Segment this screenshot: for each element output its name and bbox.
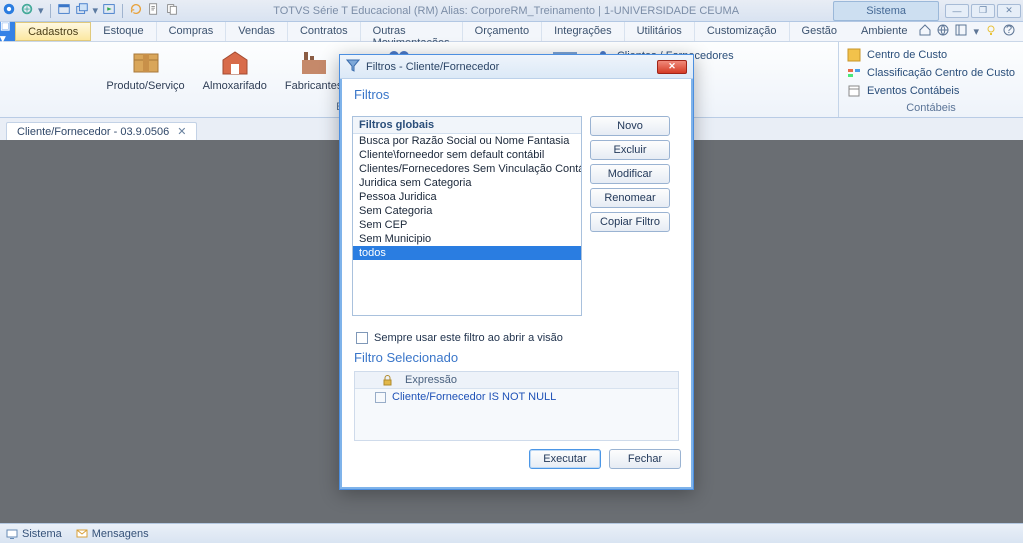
qa-refresh-icon[interactable] <box>129 2 143 19</box>
filter-list[interactable]: Filtros globais Busca por Razão Social o… <box>352 116 582 316</box>
menu-cadastros[interactable]: Cadastros <box>15 22 91 41</box>
qa-script-icon[interactable] <box>147 2 161 19</box>
expression-value: Cliente/Fornecedor IS NOT NULL <box>386 389 562 405</box>
filter-item[interactable]: Cliente\forneedor sem default contábil <box>353 148 581 162</box>
layout-dd-icon[interactable]: ▾ <box>973 25 979 38</box>
bulb-icon[interactable] <box>985 24 997 39</box>
quick-access-toolbar: ▾ ▾ <box>2 2 179 19</box>
svg-text:?: ? <box>1006 24 1012 36</box>
qa-multiwin-icon[interactable] <box>75 2 89 19</box>
rb-fabricantes[interactable]: Fabricantes <box>281 44 346 101</box>
always-use-checkbox[interactable] <box>356 332 368 344</box>
window-title: TOTVS Série T Educacional (RM) Alias: Co… <box>179 5 833 17</box>
col-expressao: Expressão <box>399 372 463 388</box>
selected-heading: Filtro Selecionado <box>354 350 679 365</box>
funnel-icon <box>346 58 360 75</box>
window-controls: — ❐ ✕ <box>945 4 1021 18</box>
menu-estoque[interactable]: Estoque <box>91 22 156 41</box>
executar-button[interactable]: Executar <box>529 449 601 469</box>
menu-integracoes[interactable]: Integrações <box>542 22 624 41</box>
qa-dd2-icon[interactable]: ▾ <box>93 4 99 17</box>
sistema-button[interactable]: Sistema <box>833 1 939 21</box>
menu-orcamento[interactable]: Orçamento <box>463 22 542 41</box>
menu-compras[interactable]: Compras <box>157 22 227 41</box>
rl-eventos[interactable]: Eventos Contábeis <box>847 82 1015 100</box>
home-icon[interactable] <box>919 24 931 39</box>
document-tab-label: Cliente/Fornecedor - 03.9.0506 <box>17 126 169 138</box>
renomear-button[interactable]: Renomear <box>590 188 670 208</box>
app-logo-icon <box>2 2 16 19</box>
app-menu-button[interactable]: ▣ ▾ <box>0 22 15 41</box>
close-tab-icon[interactable]: ✕ <box>177 125 186 138</box>
fechar-button[interactable]: Fechar <box>609 449 681 469</box>
always-use-row[interactable]: Sempre usar este filtro ao abrir a visão <box>356 332 677 344</box>
status-mensagens[interactable]: Mensagens <box>76 528 149 540</box>
filter-dialog: Filtros - Cliente/Fornecedor ✕ Filtros F… <box>339 54 694 490</box>
globe-icon[interactable] <box>937 24 949 39</box>
filter-item[interactable]: todos <box>353 246 581 260</box>
copiar-button[interactable]: Copiar Filtro <box>590 212 670 232</box>
filter-item[interactable]: Sem CEP <box>353 218 581 232</box>
qa-icon[interactable] <box>20 2 34 19</box>
qa-window-icon[interactable] <box>57 2 71 19</box>
qa-copy-icon[interactable] <box>165 2 179 19</box>
layout-icon[interactable] <box>955 24 967 39</box>
menu-utilitarios[interactable]: Utilitários <box>625 22 695 41</box>
menu-vendas[interactable]: Vendas <box>226 22 288 41</box>
ribbon-right-label: Contábeis <box>847 102 1015 114</box>
filter-item[interactable]: Sem Municipio <box>353 232 581 246</box>
statusbar: Sistema Mensagens <box>0 523 1023 543</box>
col-blank <box>355 372 375 388</box>
filter-item[interactable]: Busca por Razão Social ou Nome Fantasia <box>353 134 581 148</box>
dialog-close-button[interactable]: ✕ <box>657 60 687 74</box>
dialog-side-buttons: Novo Excluir Modificar Renomear Copiar F… <box>590 116 670 316</box>
rl-classificacao[interactable]: Classificação Centro de Custo <box>847 64 1015 82</box>
minimize-button[interactable]: — <box>945 4 969 18</box>
filter-list-header: Filtros globais <box>353 117 581 134</box>
filter-item[interactable]: Pessoa Juridica <box>353 190 581 204</box>
filter-item[interactable]: Juridica sem Categoria <box>353 176 581 190</box>
qa-play-icon[interactable] <box>102 2 116 19</box>
close-window-button[interactable]: ✕ <box>997 4 1021 18</box>
rl-centro-custo[interactable]: Centro de Custo <box>847 46 1015 64</box>
ribbon-right-group: Centro de Custo Classificação Centro de … <box>838 42 1023 117</box>
rb-almox[interactable]: Almoxarifado <box>199 44 271 101</box>
menubar: ▣ ▾ Cadastros Estoque Compras Vendas Con… <box>0 22 1023 42</box>
selected-filter-box: Expressão Cliente/Fornecedor IS NOT NULL <box>354 371 679 441</box>
filter-item[interactable]: Clientes/Fornecedores Sem Vinculação Con… <box>353 162 581 176</box>
menu-customizacao[interactable]: Customização <box>695 22 790 41</box>
titlebar: ▾ ▾ TOTVS Série T Educacional (RM) Alias… <box>0 0 1023 22</box>
menubar-right-icons: ▾ ? <box>919 22 1023 41</box>
menu-ambiente[interactable]: Ambiente <box>849 22 919 41</box>
rb-produto[interactable]: Produto/Serviço <box>102 44 188 101</box>
modificar-button[interactable]: Modificar <box>590 164 670 184</box>
dialog-titlebar: Filtros - Cliente/Fornecedor ✕ <box>340 55 693 79</box>
menu-outras[interactable]: Outras Movimentações <box>361 22 463 41</box>
lock-icon <box>375 372 399 388</box>
qa-dropdown-icon[interactable]: ▾ <box>38 4 44 17</box>
filter-item[interactable]: Sem Categoria <box>353 204 581 218</box>
always-use-label: Sempre usar este filtro ao abrir a visão <box>374 332 563 344</box>
menu-gestao[interactable]: Gestão <box>790 22 849 41</box>
dialog-footer: Executar Fechar <box>340 441 693 477</box>
help-icon[interactable]: ? <box>1003 24 1015 39</box>
expression-row[interactable]: Cliente/Fornecedor IS NOT NULL <box>355 389 678 405</box>
expression-checkbox[interactable] <box>375 392 386 403</box>
dialog-title: Filtros - Cliente/Fornecedor <box>366 61 651 73</box>
document-tab[interactable]: Cliente/Fornecedor - 03.9.0506 ✕ <box>6 122 197 140</box>
menu-contratos[interactable]: Contratos <box>288 22 361 41</box>
novo-button[interactable]: Novo <box>590 116 670 136</box>
status-sistema[interactable]: Sistema <box>6 528 62 540</box>
restore-button[interactable]: ❐ <box>971 4 995 18</box>
dialog-heading: Filtros <box>354 87 679 102</box>
excluir-button[interactable]: Excluir <box>590 140 670 160</box>
